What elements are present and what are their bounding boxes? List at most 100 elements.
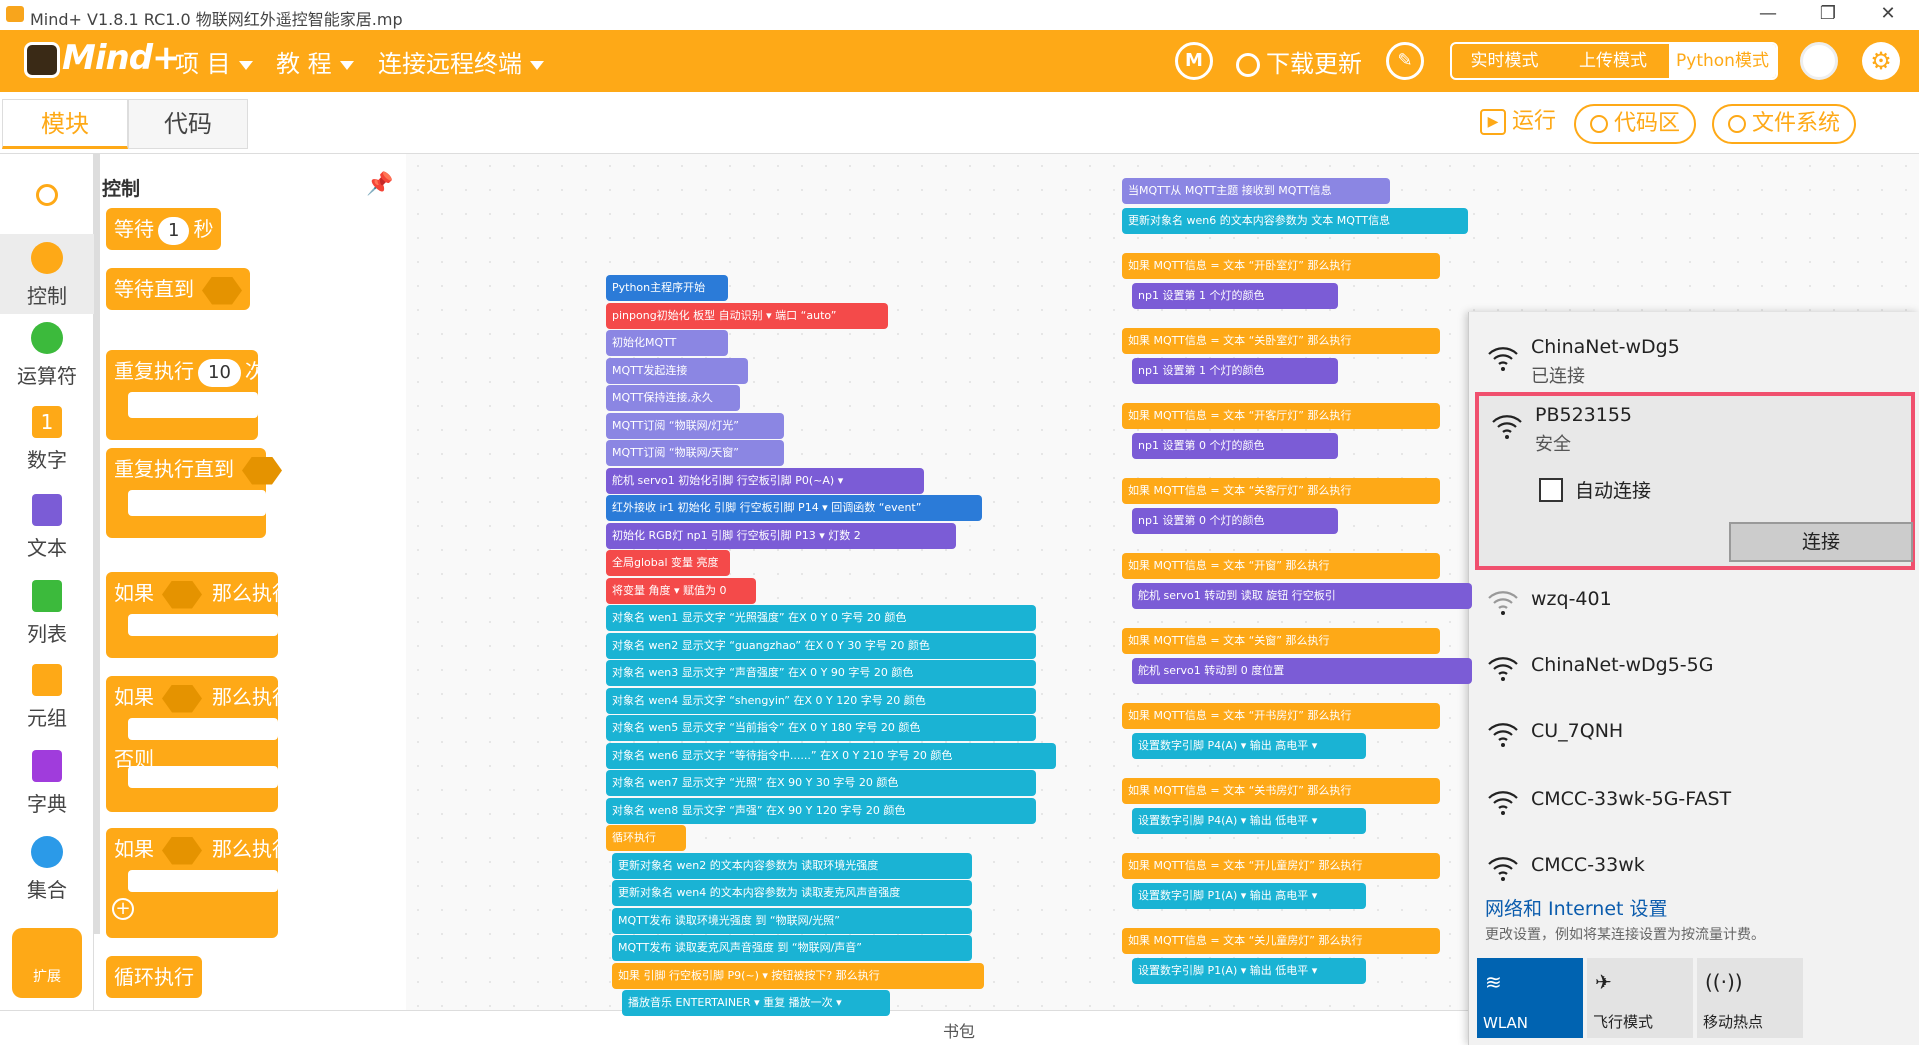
script-block[interactable]: MQTT订阅 “物联网/灯光”: [606, 412, 784, 439]
script-block[interactable]: 如果 MQTT信息 = 文本 “关窗” 那么执行: [1122, 628, 1440, 654]
run-label: 运行: [1512, 109, 1557, 134]
code-area-label: 代码区: [1614, 111, 1681, 136]
script-block[interactable]: 对象名 wen6 显示文字 “等待指令中......” 在X 0 Y 210 字…: [606, 742, 1056, 769]
script-block[interactable]: 全局global 变量 亮度: [606, 550, 730, 576]
script-block[interactable]: MQTT发起连接: [606, 357, 748, 384]
category-control[interactable]: 控制: [0, 234, 94, 314]
script-block[interactable]: 如果 MQTT信息 = 文本 “关客厅灯” 那么执行: [1122, 478, 1440, 504]
script-block[interactable]: 当MQTT从 MQTT主题 接收到 MQTT信息: [1122, 178, 1390, 204]
script-block[interactable]: np1 设置第 0 个灯的颜色: [1132, 508, 1338, 534]
script-block[interactable]: pinpong初始化 板型 自动识别 ▾ 端口 “auto”: [606, 302, 888, 329]
search-icon[interactable]: [0, 184, 94, 206]
airplane-mode-tile[interactable]: ✈ 飞行模式: [1587, 958, 1693, 1038]
category-text[interactable]: 文本: [0, 494, 94, 561]
tab-blocks[interactable]: 模块: [2, 99, 128, 149]
script-block[interactable]: 如果 MQTT信息 = 文本 “开客厅灯” 那么执行: [1122, 403, 1440, 429]
script-block[interactable]: 更新对象名 wen2 的文本内容参数为 读取环境光强度: [612, 852, 972, 879]
auto-connect-checkbox[interactable]: [1539, 478, 1563, 502]
code-area-button[interactable]: 代码区: [1574, 104, 1697, 144]
script-block[interactable]: 如果 MQTT信息 = 文本 “关儿童房灯” 那么执行: [1122, 928, 1440, 954]
script-block[interactable]: 舵机 servo1 初始化引脚 行空板引脚 P0(~A) ▾: [606, 467, 924, 494]
script-block[interactable]: 对象名 wen1 显示文字 “光照强度” 在X 0 Y 0 字号 20 颜色: [606, 605, 1036, 631]
script-block[interactable]: 如果 引脚 行空板引脚 P9(~) ▾ 按钮被按下? 那么执行: [612, 962, 984, 989]
menu-connect-remote[interactable]: 连接远程终端: [378, 44, 544, 79]
script-block[interactable]: Python主程序开始: [606, 275, 728, 301]
community-icon[interactable]: M: [1175, 42, 1213, 80]
script-block[interactable]: np1 设置第 0 个灯的颜色: [1132, 433, 1338, 459]
wait-value[interactable]: 1: [158, 217, 190, 245]
realtime-mode-button[interactable]: 实时模式: [1452, 44, 1557, 78]
script-block[interactable]: 如果 MQTT信息 = 文本 “开窗” 那么执行: [1122, 553, 1440, 579]
connect-button[interactable]: 连接: [1729, 522, 1913, 562]
minimize-button[interactable]: —: [1740, 0, 1796, 30]
script-block[interactable]: 循环执行: [606, 825, 686, 851]
wlan-tile[interactable]: ≋ WLAN: [1477, 958, 1583, 1038]
palette-scrollbar[interactable]: [94, 154, 100, 934]
script-block[interactable]: 如果 MQTT信息 = 文本 “开卧室灯” 那么执行: [1122, 253, 1440, 279]
script-block[interactable]: 对象名 wen4 显示文字 “shengyin” 在X 0 Y 120 字号 2…: [606, 687, 1036, 714]
menu-project[interactable]: 项 目: [175, 44, 253, 79]
script-block[interactable]: 设置数字引脚 P4(A) ▾ 输出 高电平 ▾: [1132, 733, 1366, 759]
script-block[interactable]: 对象名 wen2 显示文字 “guangzhao” 在X 0 Y 30 字号 2…: [606, 632, 1036, 659]
category-operators[interactable]: 运算符: [0, 322, 94, 389]
close-button[interactable]: ✕: [1860, 0, 1916, 30]
script-block[interactable]: 如果 MQTT信息 = 文本 “开儿童房灯” 那么执行: [1122, 853, 1440, 879]
gear-icon[interactable]: ⚙: [1862, 42, 1900, 80]
script-block[interactable]: 播放音乐 ENTERTAINER ▾ 重复 播放一次 ▾: [622, 990, 890, 1016]
script-block[interactable]: 设置数字引脚 P4(A) ▾ 输出 低电平 ▾: [1132, 808, 1366, 834]
script-block[interactable]: 如果 MQTT信息 = 文本 “关卧室灯” 那么执行: [1122, 328, 1440, 354]
script-block[interactable]: 如果 MQTT信息 = 文本 “开书房灯” 那么执行: [1122, 703, 1440, 729]
script-block[interactable]: 设置数字引脚 P1(A) ▾ 输出 高电平 ▾: [1132, 883, 1366, 909]
operators-dot-icon: [31, 322, 63, 354]
script-block[interactable]: 对象名 wen8 显示文字 “声强” 在X 90 Y 120 字号 20 颜色: [606, 797, 1036, 824]
script-block[interactable]: MQTT发布 读取环境光强度 到 “物联网/光照”: [612, 907, 972, 934]
network-settings-link[interactable]: 网络和 Internet 设置: [1485, 894, 1668, 921]
tab-code[interactable]: 代码: [128, 99, 248, 149]
wait-until-block[interactable]: 等待直到: [106, 268, 250, 310]
script-block[interactable]: 初始化MQTT: [606, 330, 728, 356]
add-branch-icon[interactable]: +: [112, 898, 134, 920]
category-list[interactable]: 列表: [0, 580, 94, 647]
mobile-hotspot-label: 移动热点: [1703, 1013, 1764, 1031]
menu-tutorial[interactable]: 教 程: [276, 44, 354, 79]
selected-network[interactable]: PB523155 安全 自动连接 连接: [1475, 392, 1915, 570]
script-block[interactable]: 初始化 RGB灯 np1 引脚 行空板引脚 P13 ▾ 灯数 2: [606, 522, 956, 549]
script-block[interactable]: 更新对象名 wen6 的文本内容参数为 文本 MQTT信息: [1122, 208, 1468, 234]
script-block[interactable]: MQTT保持连接,永久: [606, 385, 740, 411]
category-dict[interactable]: 字典: [0, 750, 94, 817]
category-number-label: 数字: [27, 448, 67, 472]
script-block[interactable]: 设置数字引脚 P1(A) ▾ 输出 低电平 ▾: [1132, 958, 1366, 984]
run-button[interactable]: ▶ 运行: [1466, 104, 1570, 144]
script-block[interactable]: MQTT订阅 “物联网/天窗”: [606, 440, 784, 466]
repeat-until-label: 重复执行直到: [114, 457, 234, 481]
wait-block[interactable]: 等待 1 秒: [106, 208, 222, 250]
file-system-button[interactable]: 文件系统: [1712, 104, 1857, 144]
forever-block[interactable]: 循环执行: [106, 956, 202, 998]
script-block[interactable]: 红外接收 ir1 初始化 引脚 行空板引脚 P14 ▾ 回调函数 “event”: [606, 495, 982, 521]
script-block[interactable]: 如果 MQTT信息 = 文本 “关书房灯” 那么执行: [1122, 778, 1440, 804]
script-block[interactable]: np1 设置第 1 个灯的颜色: [1132, 283, 1338, 309]
script-block[interactable]: 对象名 wen7 显示文字 “光照” 在X 90 Y 30 字号 20 颜色: [606, 770, 1036, 796]
script-block[interactable]: MQTT发布 读取麦克风声音强度 到 “物联网/声音”: [612, 935, 972, 961]
category-tuple[interactable]: 元组: [0, 664, 94, 731]
menu-connect-remote-label: 连接远程终端: [378, 50, 522, 78]
script-block[interactable]: 舵机 servo1 转动到 0 度位置: [1132, 658, 1472, 684]
extension-button[interactable]: 扩展: [12, 928, 82, 998]
script-block[interactable]: 舵机 servo1 转动到 读取 旋钮 行空板引: [1132, 583, 1472, 609]
maximize-button[interactable]: ❐: [1800, 0, 1856, 30]
edit-icon[interactable]: ✎: [1386, 42, 1424, 80]
script-block[interactable]: 对象名 wen3 显示文字 “声音强度” 在X 0 Y 90 字号 20 颜色: [606, 660, 1036, 686]
script-block[interactable]: 更新对象名 wen4 的文本内容参数为 读取麦克风声音强度: [612, 880, 972, 906]
script-block[interactable]: 对象名 wen5 显示文字 “当前指令” 在X 0 Y 180 字号 20 颜色: [606, 715, 1036, 741]
script-block[interactable]: np1 设置第 1 个灯的颜色: [1132, 358, 1338, 384]
mobile-hotspot-tile[interactable]: ((·)) 移动热点: [1697, 958, 1803, 1038]
upload-mode-button[interactable]: 上传模式: [1557, 44, 1669, 78]
script-block[interactable]: 将变量 角度 ▾ 赋值为 0: [606, 577, 756, 604]
pin-icon[interactable]: 📌: [366, 172, 393, 197]
category-set[interactable]: 集合: [0, 836, 94, 903]
repeat-value[interactable]: 10: [198, 359, 241, 387]
download-update-button[interactable]: 下载更新: [1236, 44, 1362, 79]
user-avatar[interactable]: [1800, 42, 1838, 80]
category-number[interactable]: 1 数字: [0, 406, 94, 473]
python-mode-button[interactable]: Python模式: [1669, 44, 1776, 78]
